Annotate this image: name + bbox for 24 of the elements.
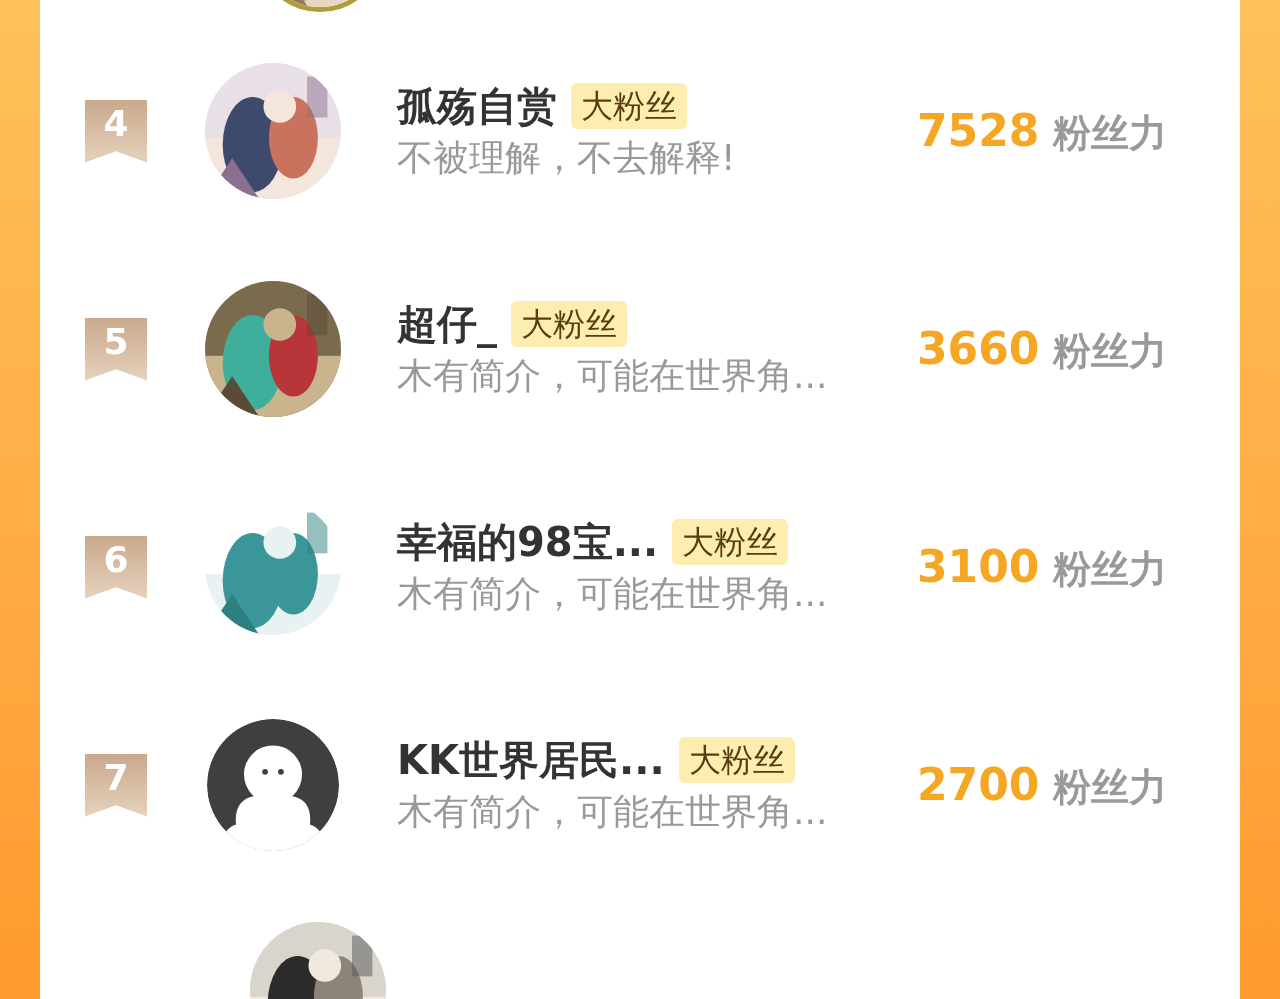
rank-ribbon: 7 — [85, 753, 147, 817]
rank-ribbon: 5 — [85, 317, 147, 381]
fan-power-label: 粉丝力 — [1053, 764, 1168, 811]
rank-ribbon: 4 — [85, 99, 147, 163]
fan-power-label: 粉丝力 — [1053, 328, 1168, 375]
user-bio: 木有简介，可能在世界角... — [397, 789, 829, 834]
fan-level-badge: 大粉丝 — [571, 82, 687, 129]
fan-power-label: 粉丝力 — [1053, 110, 1168, 157]
user-bio: 木有简介，可能在世界角... — [397, 353, 829, 398]
user-name: 幸福的98宝... — [397, 521, 659, 562]
rank-ribbon: 6 — [85, 535, 147, 599]
default-avatar-icon — [207, 719, 339, 851]
fan-power-score: 7528 — [917, 104, 1040, 158]
fan-level-badge: 大粉丝 — [511, 300, 627, 347]
fan-power-score: 3100 — [917, 540, 1040, 594]
fan-power-label: 粉丝力 — [1053, 546, 1168, 593]
user-bio: 木有简介，可能在世界角... — [397, 571, 829, 616]
fan-power-score: 2700 — [917, 758, 1040, 812]
user-bio: 不被理解，不去解释! — [397, 135, 737, 180]
fan-level-badge: 大粉丝 — [678, 736, 795, 783]
fan-power-score: 3660 — [917, 322, 1040, 376]
user-name: 孤殇自赏 — [397, 85, 557, 126]
fan-level-badge: 大粉丝 — [672, 518, 789, 565]
user-name: KK世界居民... — [397, 739, 665, 780]
